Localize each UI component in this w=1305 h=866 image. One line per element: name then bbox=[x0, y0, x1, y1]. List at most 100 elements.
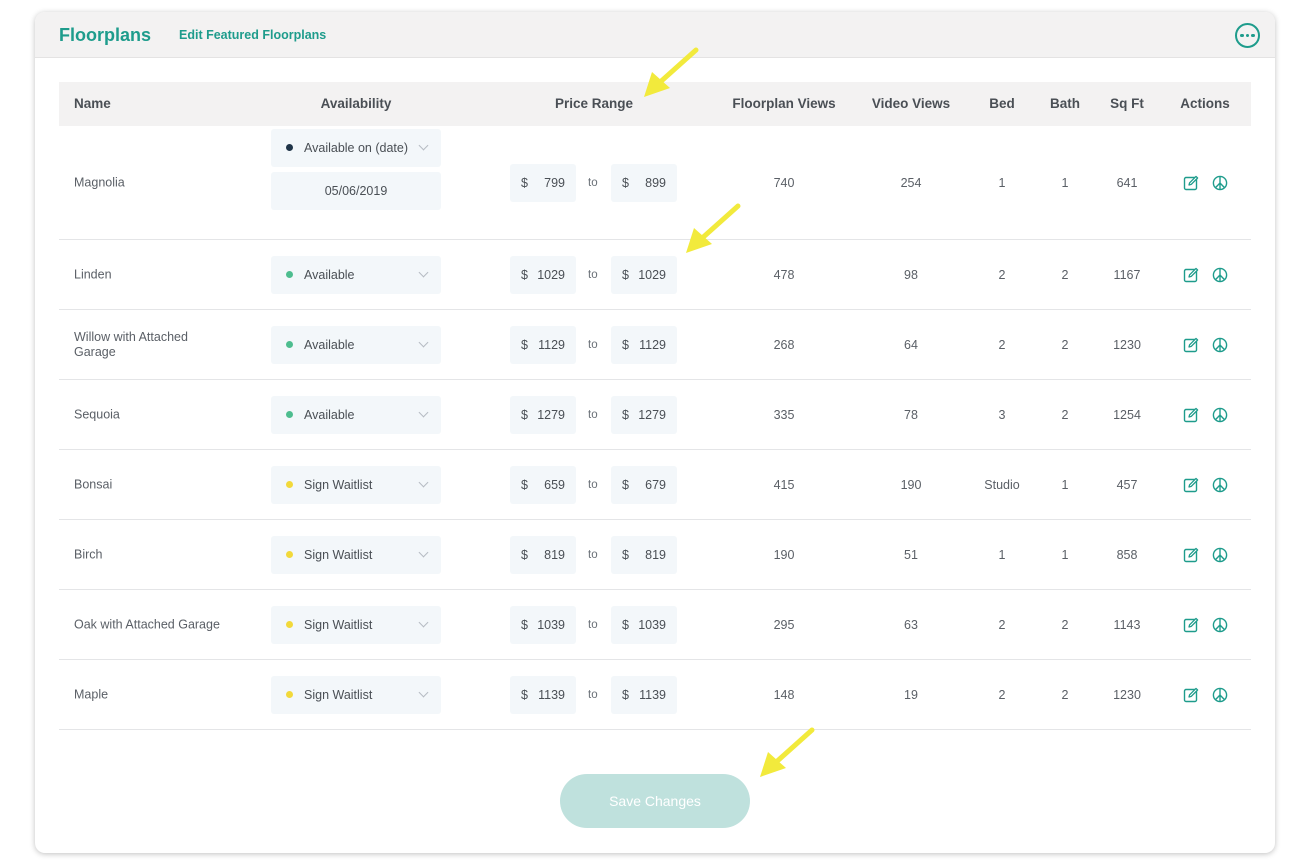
currency-symbol: $ bbox=[622, 687, 629, 702]
edit-icon[interactable] bbox=[1183, 267, 1199, 283]
availability-select[interactable]: Sign Waitlist bbox=[271, 535, 441, 574]
edit-featured-floorplans-link[interactable]: Edit Featured Floorplans bbox=[179, 28, 326, 42]
price-to-value: 1039 bbox=[638, 617, 666, 632]
peace-icon[interactable] bbox=[1212, 407, 1228, 423]
bed-cell: 2 bbox=[998, 337, 1006, 352]
floorplan-views-cell: 148 bbox=[773, 687, 795, 702]
peace-icon[interactable] bbox=[1212, 547, 1228, 563]
availability-select[interactable]: Sign Waitlist bbox=[271, 675, 441, 714]
price-from-input[interactable]: $659 bbox=[510, 465, 576, 504]
price-to-value: 1279 bbox=[638, 407, 666, 422]
peace-icon[interactable] bbox=[1212, 687, 1228, 703]
save-changes-button[interactable]: Save Changes bbox=[560, 774, 750, 828]
video-views-cell: 98 bbox=[904, 267, 918, 282]
availability-select[interactable]: Available bbox=[271, 395, 441, 434]
peace-icon[interactable] bbox=[1212, 175, 1228, 191]
price-from-input[interactable]: $819 bbox=[510, 535, 576, 574]
availability-select[interactable]: Sign Waitlist bbox=[271, 605, 441, 644]
table-row: Willow with Attached Garage Available $112… bbox=[59, 310, 1251, 380]
floorplan-name: Linden bbox=[74, 267, 112, 281]
video-views-cell: 64 bbox=[904, 337, 918, 352]
edit-icon[interactable] bbox=[1183, 547, 1199, 563]
status-dot bbox=[286, 340, 293, 348]
peace-icon[interactable] bbox=[1212, 477, 1228, 493]
floorplan-name: Magnolia bbox=[74, 175, 125, 189]
video-views-cell: 254 bbox=[900, 175, 922, 190]
floorplan-views-cell: 740 bbox=[773, 175, 795, 190]
price-to-input[interactable]: $1029 bbox=[611, 255, 677, 294]
availability-label: Available bbox=[304, 337, 355, 352]
video-views-cell: 78 bbox=[904, 407, 918, 422]
edit-icon[interactable] bbox=[1183, 407, 1199, 423]
edit-icon[interactable] bbox=[1183, 687, 1199, 703]
price-from-input[interactable]: $1139 bbox=[510, 675, 576, 714]
peace-icon[interactable] bbox=[1212, 337, 1228, 353]
price-from-input[interactable]: $1029 bbox=[510, 255, 576, 294]
chevron-down-icon bbox=[418, 407, 429, 417]
peace-icon[interactable] bbox=[1212, 267, 1228, 283]
edit-icon[interactable] bbox=[1183, 617, 1199, 633]
column-header-bath: Bath bbox=[1050, 96, 1080, 111]
price-from-input[interactable]: $799 bbox=[510, 163, 576, 202]
edit-icon[interactable] bbox=[1183, 337, 1199, 353]
availability-label: Sign Waitlist bbox=[304, 547, 373, 562]
floorplan-name: Birch bbox=[74, 547, 103, 561]
availability-label: Sign Waitlist bbox=[304, 477, 373, 492]
bath-cell: 1 bbox=[1061, 547, 1069, 562]
currency-symbol: $ bbox=[622, 547, 629, 562]
bed-cell: 2 bbox=[998, 687, 1006, 702]
availability-label: Sign Waitlist bbox=[304, 687, 373, 702]
price-to-input[interactable]: $1039 bbox=[611, 605, 677, 644]
bath-cell: 2 bbox=[1061, 267, 1069, 282]
availability-select[interactable]: Sign Waitlist bbox=[271, 465, 441, 504]
chevron-down-icon bbox=[418, 687, 429, 697]
bed-cell: 1 bbox=[998, 175, 1006, 190]
table-row: Linden Available $1029 to $1029 478 98 2 2 1167 bbox=[59, 240, 1251, 310]
edit-icon[interactable] bbox=[1183, 175, 1199, 191]
price-to-input[interactable]: $679 bbox=[611, 465, 677, 504]
price-to-input[interactable]: $1129 bbox=[611, 325, 677, 364]
availability-label: Available bbox=[304, 267, 355, 282]
price-from-input[interactable]: $1129 bbox=[510, 325, 576, 364]
price-from-input[interactable]: $1279 bbox=[510, 395, 576, 434]
bath-cell: 1 bbox=[1061, 477, 1069, 492]
column-header-availability: Availability bbox=[320, 96, 392, 111]
currency-symbol: $ bbox=[622, 337, 629, 352]
availability-select[interactable]: Available on (date) bbox=[271, 129, 441, 167]
bed-cell: 2 bbox=[998, 617, 1006, 632]
floorplan-name: Oak with Attached Garage bbox=[74, 617, 220, 631]
price-to-separator: to bbox=[588, 548, 598, 561]
bed-cell: 1 bbox=[998, 547, 1006, 562]
bath-cell: 2 bbox=[1061, 407, 1069, 422]
status-dot bbox=[286, 690, 293, 698]
price-to-input[interactable]: $1279 bbox=[611, 395, 677, 434]
chevron-down-icon bbox=[418, 267, 429, 277]
currency-symbol: $ bbox=[521, 407, 528, 422]
price-to-separator: to bbox=[588, 478, 598, 491]
price-from-value: 659 bbox=[544, 477, 565, 492]
currency-symbol: $ bbox=[521, 687, 528, 702]
edit-icon[interactable] bbox=[1183, 477, 1199, 493]
page-title: Floorplans bbox=[59, 25, 152, 45]
peace-icon[interactable] bbox=[1212, 617, 1228, 633]
price-to-input[interactable]: $819 bbox=[611, 535, 677, 574]
availability-select[interactable]: Available bbox=[271, 325, 441, 364]
status-dot bbox=[286, 550, 293, 558]
currency-symbol: $ bbox=[521, 337, 528, 352]
video-views-cell: 190 bbox=[900, 477, 922, 492]
currency-symbol: $ bbox=[622, 477, 629, 492]
price-to-separator: to bbox=[588, 268, 598, 281]
bed-cell: Studio bbox=[984, 477, 1020, 492]
price-to-input[interactable]: $1139 bbox=[611, 675, 677, 714]
bath-cell: 2 bbox=[1061, 687, 1069, 702]
availability-select[interactable]: Available bbox=[271, 255, 441, 294]
more-options-button[interactable] bbox=[1235, 23, 1260, 48]
more-horizontal-icon bbox=[1240, 33, 1244, 38]
price-to-value: 1129 bbox=[639, 337, 666, 352]
price-to-value: 679 bbox=[645, 477, 666, 492]
status-dot bbox=[286, 410, 293, 418]
available-date-field[interactable]: 05/06/2019 bbox=[271, 172, 441, 210]
currency-symbol: $ bbox=[622, 267, 629, 282]
price-from-input[interactable]: $1039 bbox=[510, 605, 576, 644]
price-to-input[interactable]: $899 bbox=[611, 163, 677, 202]
